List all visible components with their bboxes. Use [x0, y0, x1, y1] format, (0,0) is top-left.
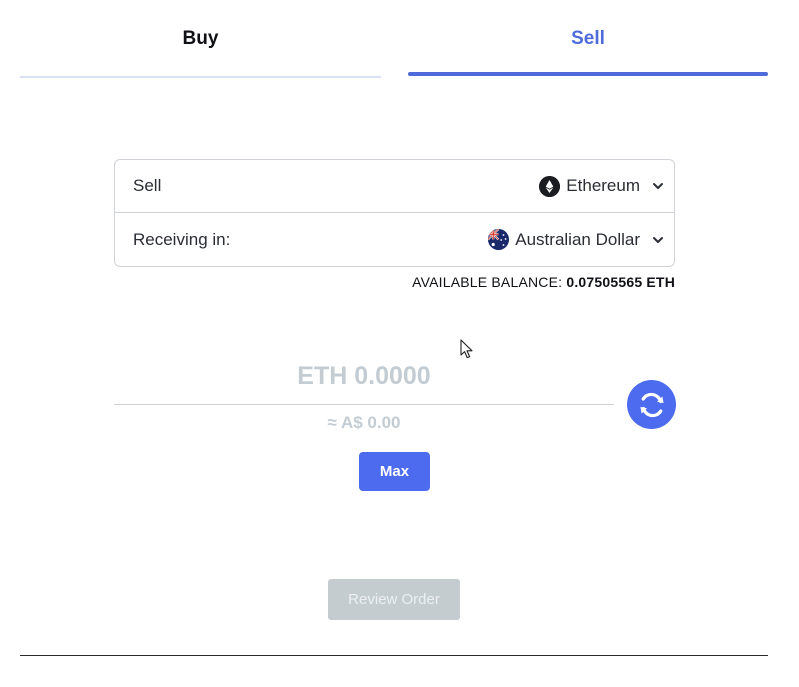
tab-sell[interactable]: Sell — [408, 0, 768, 78]
amount-input[interactable]: ETH 0.0000 — [114, 362, 614, 404]
swap-currency-button[interactable] — [627, 380, 676, 429]
tab-sell-active-indicator — [408, 72, 768, 76]
tab-buy[interactable]: Buy — [20, 0, 381, 78]
max-button[interactable]: Max — [359, 452, 430, 491]
bottom-divider — [20, 655, 768, 656]
mouse-pointer-icon — [460, 339, 473, 359]
tab-buy-label: Buy — [182, 28, 219, 49]
receive-currency-value: Australian Dollar — [488, 229, 664, 250]
sell-asset-dropdown[interactable]: Sell Ethereum — [115, 160, 674, 213]
refresh-icon — [639, 392, 664, 417]
amount-placeholder: ETH 0.0000 — [297, 362, 431, 390]
sell-asset-name: Ethereum — [566, 176, 640, 195]
amount-underline — [114, 404, 614, 405]
review-order-button[interactable]: Review Order — [328, 579, 460, 620]
sell-asset-value: Ethereum — [539, 175, 664, 197]
ethereum-icon — [539, 175, 561, 197]
tab-buy-underline — [20, 76, 381, 78]
sell-label: Sell — [133, 176, 162, 195]
receive-currency-name: Australian Dollar — [515, 229, 640, 249]
receive-currency-dropdown[interactable]: Receiving in: Australian Dollar — [115, 213, 674, 266]
tab-sell-label: Sell — [571, 28, 605, 49]
available-balance-label: AVAILABLE BALANCE: — [412, 274, 563, 290]
sell-panel: Buy Sell Sell Ethereum Receiving in: Aus… — [0, 0, 799, 687]
chevron-down-icon — [652, 234, 664, 246]
available-balance-value: 0.07505565 ETH — [566, 274, 675, 290]
receive-label: Receiving in: — [133, 229, 231, 249]
asset-selector-card: Sell Ethereum Receiving in: Australian D… — [114, 159, 675, 267]
australia-flag-icon — [488, 229, 510, 250]
converted-amount: ≈ A$ 0.00 — [327, 413, 401, 432]
available-balance: AVAILABLE BALANCE: 0.07505565 ETH — [412, 274, 675, 290]
chevron-down-icon — [652, 180, 664, 192]
